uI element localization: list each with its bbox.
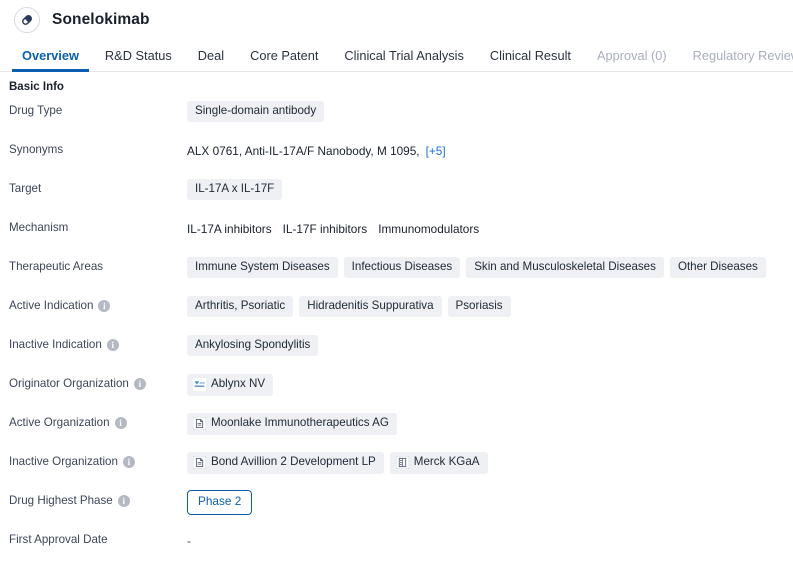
row-label-text: Drug Type — [9, 104, 63, 117]
row-label-text: Active Organization — [9, 416, 110, 429]
row-label-text: Inactive Organization — [9, 455, 118, 468]
row-value: Moonlake Immunotherapeutics AG — [187, 411, 785, 435]
row-value: Phase 2 — [187, 489, 785, 515]
row-first-approval-date: First Approval Date - — [0, 528, 793, 567]
row-value: ALX 0761, Anti-IL-17A/F Nanobody, M 1095… — [187, 138, 785, 162]
row-label-text: Originator Organization — [9, 377, 129, 390]
synonyms-text: ALX 0761, Anti-IL-17A/F Nanobody, M 1095… — [187, 143, 420, 158]
tab-clinical-result[interactable]: Clinical Result — [477, 49, 584, 71]
first-approval-date-value: - — [187, 533, 191, 548]
row-value: IL-17A x IL-17F — [187, 177, 785, 201]
chip-therapeutic-area[interactable]: Infectious Diseases — [343, 256, 461, 279]
organization-name: Moonlake Immunotherapeutics AG — [211, 415, 389, 429]
row-active-organization: Active Organization i Moonlake Immunothe… — [0, 411, 793, 450]
row-label-text: Mechanism — [9, 221, 69, 234]
tab-approval[interactable]: Approval (0) — [584, 49, 680, 71]
organization-name: Merck KGaA — [413, 454, 480, 468]
info-icon[interactable]: i — [122, 455, 135, 468]
basic-info-rows: Drug Type Single-domain antibody Synonym… — [0, 99, 793, 567]
document-icon — [193, 455, 206, 469]
drug-detail-page: Sonelokimab Overview R&D Status Deal Cor… — [0, 0, 793, 568]
mechanism-item: IL-17F inhibitors — [282, 221, 368, 236]
chip-organization[interactable]: Ablynx NV — [187, 373, 274, 396]
section-title-basic-info: Basic Info — [9, 81, 64, 93]
tab-rd-status[interactable]: R&D Status — [92, 49, 185, 71]
row-value: Bond Avillion 2 Development LP Merck KGa… — [187, 450, 785, 474]
row-drug-highest-phase: Drug Highest Phase i Phase 2 — [0, 489, 793, 528]
chip-inactive-indication[interactable]: Ankylosing Spondylitis — [187, 334, 319, 357]
row-label-text: Synonyms — [9, 143, 64, 156]
info-icon[interactable]: i — [106, 338, 119, 351]
row-value: Single-domain antibody — [187, 99, 785, 123]
tab-regulatory-review[interactable]: Regulatory Review (0) — [680, 49, 793, 71]
row-label: Drug Highest Phase i — [9, 489, 187, 507]
row-synonyms: Synonyms ALX 0761, Anti-IL-17A/F Nanobod… — [0, 138, 793, 177]
info-icon[interactable]: i — [133, 377, 146, 390]
info-icon[interactable]: i — [117, 494, 130, 507]
row-label: Inactive Indication i — [9, 333, 187, 351]
page-title: Sonelokimab — [52, 11, 150, 28]
chip-active-indication[interactable]: Psoriasis — [447, 295, 511, 318]
tab-bar: Overview R&D Status Deal Core Patent Cli… — [0, 40, 793, 72]
row-active-indication: Active Indication i Arthritis, Psoriatic… — [0, 294, 793, 333]
row-label-text: First Approval Date — [9, 533, 108, 546]
synonyms-more-link[interactable]: [+5] — [426, 144, 446, 158]
organization-name: Ablynx NV — [211, 376, 266, 390]
chip-therapeutic-area[interactable]: Other Diseases — [669, 256, 766, 279]
row-label: Target — [9, 177, 187, 195]
pill-capsule-icon — [14, 7, 40, 33]
chip-target[interactable]: IL-17A x IL-17F — [187, 178, 283, 201]
row-drug-type: Drug Type Single-domain antibody — [0, 99, 793, 138]
organization-name: Bond Avillion 2 Development LP — [211, 454, 376, 468]
row-label: Synonyms — [9, 138, 187, 156]
row-label-text: Therapeutic Areas — [9, 260, 104, 273]
row-value: Ablynx NV — [187, 372, 785, 396]
tab-overview[interactable]: Overview — [9, 49, 92, 72]
building-icon — [395, 455, 409, 469]
row-label: Inactive Organization i — [9, 450, 187, 468]
chip-organization[interactable]: Bond Avillion 2 Development LP — [187, 451, 384, 474]
row-value: Ankylosing Spondylitis — [187, 333, 785, 357]
ablynx-logo-icon — [193, 377, 206, 391]
row-label: Therapeutic Areas — [9, 255, 187, 273]
tab-deal[interactable]: Deal — [185, 49, 237, 71]
row-label-text: Inactive Indication — [9, 338, 102, 351]
row-mechanism: Mechanism IL-17A inhibitors IL-17F inhib… — [0, 216, 793, 255]
tab-clinical-trial-analysis[interactable]: Clinical Trial Analysis — [331, 49, 476, 71]
chip-therapeutic-area[interactable]: Skin and Musculoskeletal Diseases — [466, 256, 664, 279]
row-label-text: Target — [9, 182, 42, 195]
page-header: Sonelokimab — [0, 0, 793, 40]
chip-drug-type[interactable]: Single-domain antibody — [187, 100, 325, 123]
row-value: Immune System Diseases Infectious Diseas… — [187, 255, 785, 279]
row-value: Arthritis, Psoriatic Hidradenitis Suppur… — [187, 294, 785, 318]
chip-active-indication[interactable]: Hidradenitis Suppurativa — [299, 295, 442, 318]
row-label: Originator Organization i — [9, 372, 187, 390]
row-value: - — [187, 528, 785, 552]
row-label: Active Indication i — [9, 294, 187, 312]
chip-active-indication[interactable]: Arthritis, Psoriatic — [187, 295, 294, 318]
row-originator-organization: Originator Organization i Ablynx NV — [0, 372, 793, 411]
row-label: First Approval Date — [9, 528, 187, 546]
row-label-text: Active Indication — [9, 299, 94, 312]
row-value: IL-17A inhibitors IL-17F inhibitors Immu… — [187, 216, 785, 240]
row-inactive-organization: Inactive Organization i Bond Avillion 2 … — [0, 450, 793, 489]
info-icon[interactable]: i — [98, 299, 111, 312]
info-icon[interactable]: i — [114, 416, 127, 429]
row-label: Mechanism — [9, 216, 187, 234]
tab-core-patent[interactable]: Core Patent — [237, 49, 331, 71]
row-label-text: Drug Highest Phase — [9, 494, 113, 507]
chip-therapeutic-area[interactable]: Immune System Diseases — [187, 256, 338, 279]
chip-organization[interactable]: Merck KGaA — [389, 451, 488, 474]
document-icon — [193, 416, 206, 430]
row-label: Drug Type — [9, 99, 187, 117]
status-badge-phase[interactable]: Phase 2 — [187, 490, 253, 515]
chip-organization[interactable]: Moonlake Immunotherapeutics AG — [187, 412, 397, 435]
row-therapeutic-areas: Therapeutic Areas Immune System Diseases… — [0, 255, 793, 294]
row-label: Active Organization i — [9, 411, 187, 429]
mechanism-item: IL-17A inhibitors — [187, 221, 272, 236]
row-inactive-indication: Inactive Indication i Ankylosing Spondyl… — [0, 333, 793, 372]
row-target: Target IL-17A x IL-17F — [0, 177, 793, 216]
mechanism-item: Immunomodulators — [378, 221, 480, 236]
